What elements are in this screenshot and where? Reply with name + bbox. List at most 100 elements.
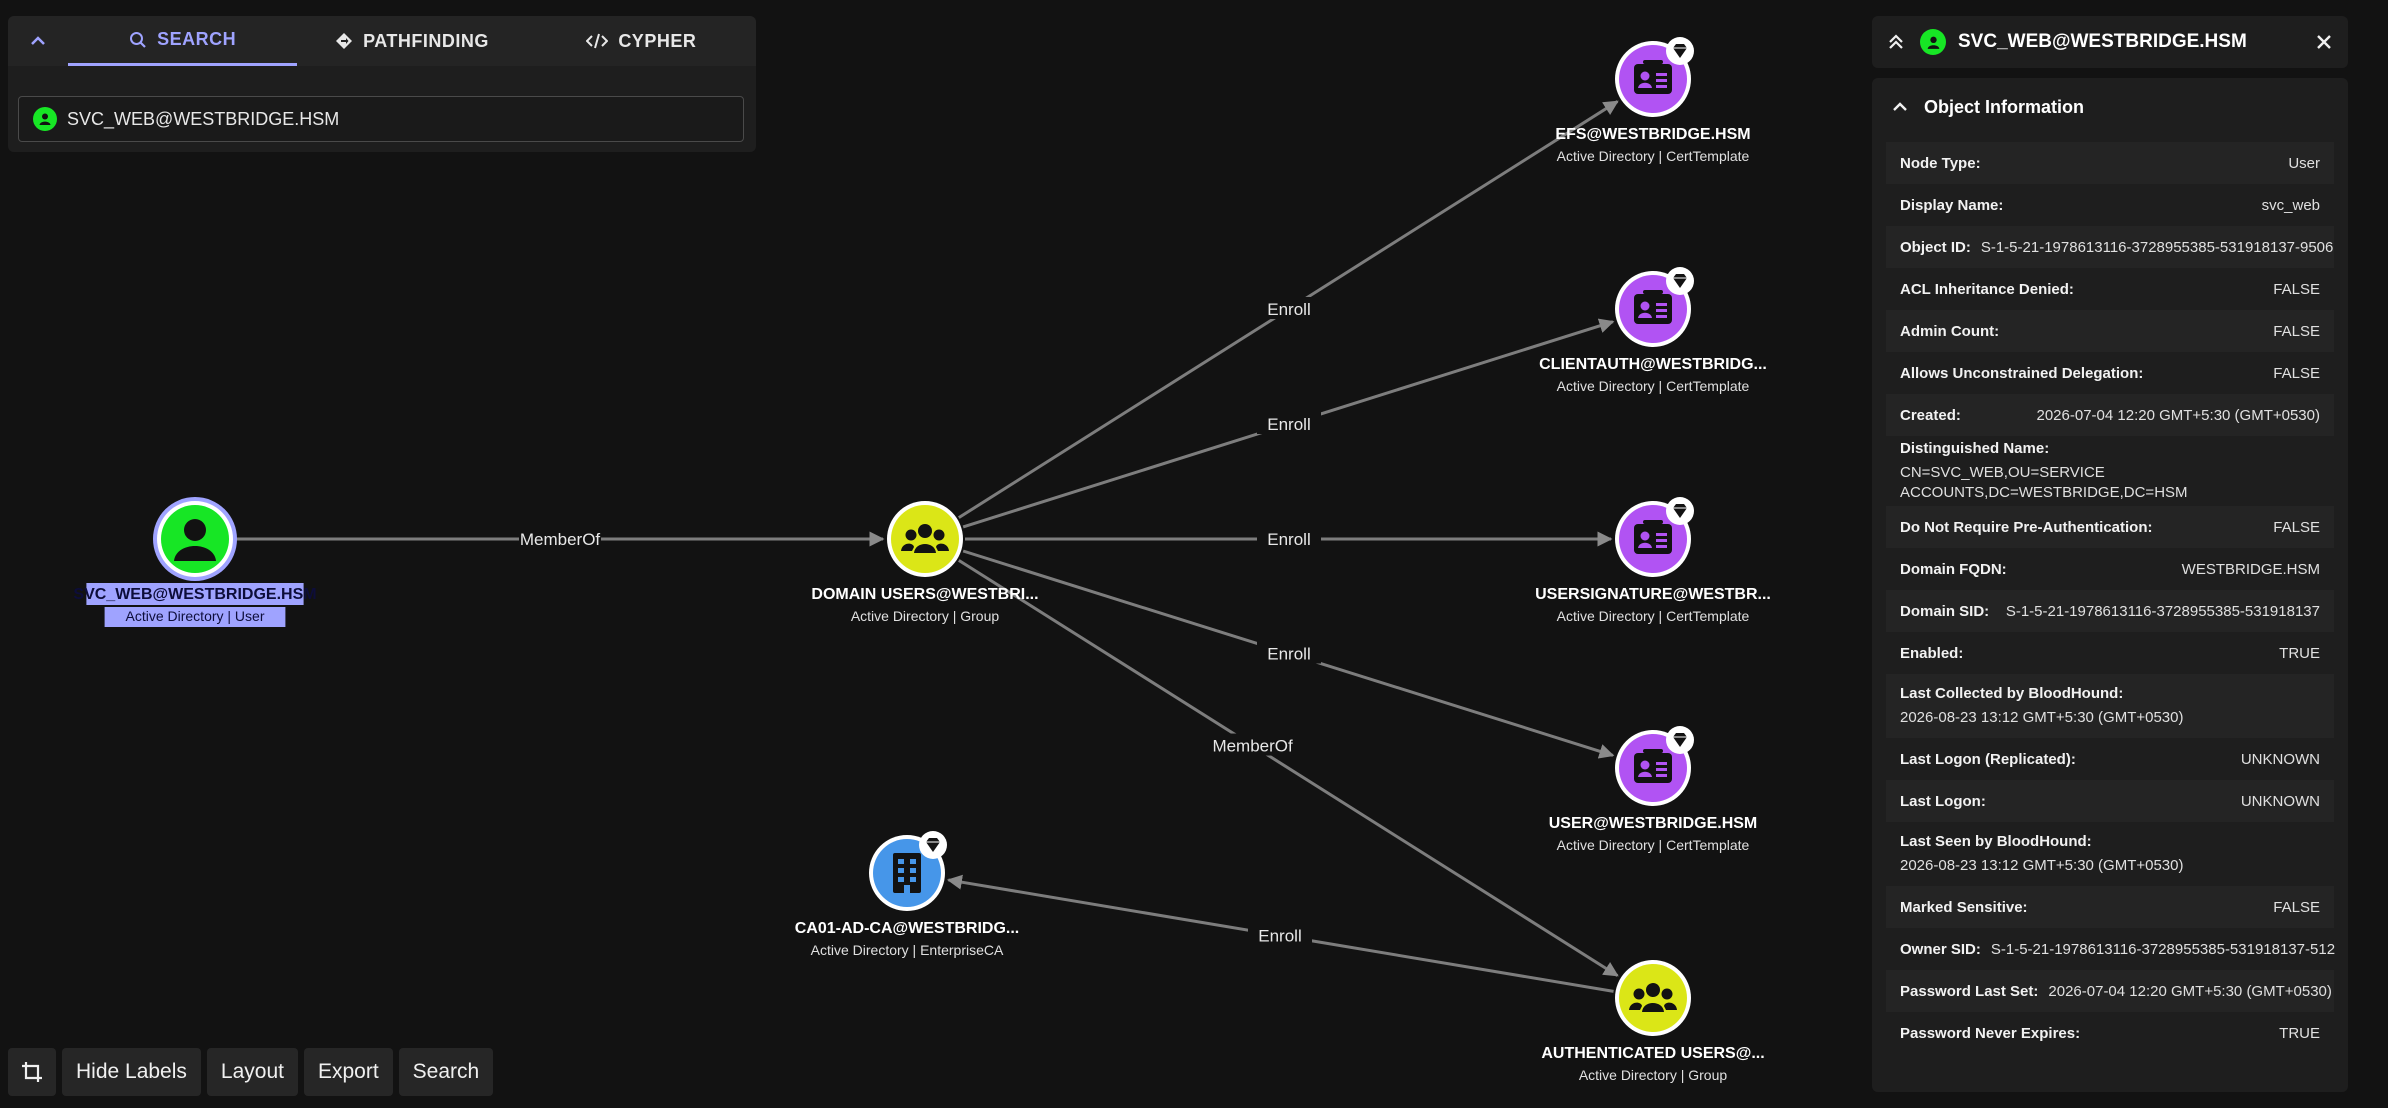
node-sublabel: Active Directory | CertTemplate [1557, 148, 1750, 164]
collapse-search-button[interactable] [8, 16, 68, 66]
edge-label[interactable]: MemberOf [1212, 737, 1293, 756]
close-icon [2317, 35, 2331, 49]
edge-label[interactable]: Enroll [1267, 530, 1310, 549]
graph-node-efs[interactable] [1615, 37, 1694, 117]
search-button[interactable]: Search [398, 1048, 494, 1096]
crop-icon [22, 1062, 42, 1082]
export-button[interactable]: Export [303, 1048, 393, 1096]
graph-node-ca[interactable] [1615, 267, 1694, 347]
property-key: Owner SID: [1900, 940, 1981, 958]
property-key: Display Name: [1900, 196, 2004, 214]
node-sublabel: Active Directory | Group [1579, 1067, 1728, 1083]
property-key: Object ID: [1900, 238, 1971, 256]
tier-zero-gem-icon [1666, 497, 1694, 525]
node-label[interactable]: EFS@WESTBRIDGE.HSM [1555, 126, 1750, 143]
id-card-icon [1634, 749, 1672, 783]
property-key: Password Last Set: [1900, 982, 2039, 1000]
property-value: FALSE [2273, 322, 2320, 340]
tab-search[interactable]: SEARCH [68, 16, 298, 66]
property-key: ACL Inheritance Denied: [1900, 280, 2074, 298]
property-row: Last Logon: UNKNOWN [1886, 780, 2334, 822]
tab-cypher-label: CYPHER [618, 30, 697, 51]
entity-panel-header: SVC_WEB@WESTBRIDGE.HSM [1872, 16, 2348, 68]
node-label[interactable]: CLIENTAUTH@WESTBRIDG... [1539, 356, 1767, 373]
graph-node-ent[interactable] [869, 831, 947, 911]
property-value: 2026-07-04 12:20 GMT+5:30 (GMT+0530) [2036, 406, 2321, 424]
property-value: User [2288, 154, 2320, 172]
edge-label[interactable]: MemberOf [520, 530, 601, 549]
property-row: Domain FQDN: WESTBRIDGE.HSM [1886, 548, 2334, 590]
edge-du-au[interactable] [958, 559, 1619, 977]
property-value: FALSE [2273, 518, 2320, 536]
property-value: FALSE [2273, 364, 2320, 382]
property-row: Display Name: svc_web [1886, 184, 2334, 226]
chevron-up-icon [31, 36, 45, 45]
property-key: Admin Count: [1900, 322, 2000, 340]
property-key: Last Logon: [1900, 792, 1986, 810]
id-card-icon [1634, 60, 1672, 94]
tab-pathfinding[interactable]: PATHFINDING [297, 16, 526, 66]
property-row: Last Logon (Replicated): UNKNOWN [1886, 738, 2334, 780]
property-row: Domain SID: S-1-5-21-1978613116-372895538… [1886, 590, 2334, 632]
collapse-panel-button[interactable] [1888, 33, 1904, 51]
property-row: Last Seen by BloodHound: 2026-08-23 13:12… [1886, 822, 2334, 886]
property-list: Node Type: User Display Name: svc_web Object… [1886, 142, 2336, 1054]
tier-zero-gem-icon [919, 831, 947, 859]
property-value: TRUE [2279, 1024, 2320, 1042]
search-input[interactable]: SVC_WEB@WESTBRIDGE.HSM [18, 96, 744, 142]
property-key: Domain SID: [1900, 602, 1990, 620]
property-row: Object ID: S-1-5-21-1978613116-3728955385… [1886, 226, 2334, 268]
node-circle [1619, 964, 1687, 1032]
property-row: Allows Unconstrained Delegation: FALSE [1886, 352, 2334, 394]
node-sublabel: Active Directory | Group [851, 608, 1000, 624]
tab-pathfinding-label: PATHFINDING [363, 30, 489, 51]
property-row: Node Type: User [1886, 142, 2334, 184]
edge-label[interactable]: Enroll [1267, 415, 1310, 434]
property-row: ACL Inheritance Denied: FALSE [1886, 268, 2334, 310]
node-label[interactable]: USER@WESTBRIDGE.HSM [1549, 815, 1758, 832]
code-icon [586, 33, 609, 49]
property-value: FALSE [2273, 898, 2320, 916]
property-value: WESTBRIDGE.HSM [2181, 560, 2320, 578]
object-information-toggle[interactable]: Object Information [1872, 78, 2348, 136]
search-icon [130, 31, 146, 48]
section-title: Object Information [1924, 96, 2085, 117]
node-label[interactable]: CA01-AD-CA@WESTBRIDG... [795, 920, 1020, 937]
node-label[interactable]: DOMAIN USERS@WESTBRI... [811, 586, 1038, 603]
node-label[interactable]: USERSIGNATURE@WESTBR... [1535, 586, 1771, 603]
property-row: Owner SID: S-1-5-21-1978613116-3728955385… [1886, 928, 2336, 970]
property-value: S-1-5-21-1978613116-3728955385-531918137… [1990, 940, 2336, 958]
property-row: Created: 2026-07-04 12:20 GMT+5:30 (GMT+0… [1886, 394, 2334, 436]
property-key: Created: [1900, 406, 1961, 424]
property-key: Enabled: [1900, 644, 1964, 662]
search-tabs: SEARCH PATHFINDING CYPHER [8, 16, 756, 66]
tier-zero-gem-icon [1666, 726, 1694, 754]
property-key: Last Logon (Replicated): [1900, 750, 2076, 768]
node-sublabel: Active Directory | CertTemplate [1557, 608, 1750, 624]
close-panel-button[interactable] [2316, 34, 2332, 50]
graph-node-us[interactable] [1615, 497, 1694, 577]
node-sublabel: Active Directory | CertTemplate [1557, 378, 1750, 394]
node-sublabel: Active Directory | EnterpriseCA [811, 942, 1004, 958]
user-icon [1920, 29, 1946, 55]
graph-node-au[interactable] [1615, 960, 1691, 1036]
node-label[interactable]: AUTHENTICATED USERS@... [1541, 1045, 1764, 1062]
chevron-up-icon [1893, 102, 1907, 111]
graph-node-svc[interactable] [153, 497, 237, 581]
tier-zero-gem-icon [1666, 37, 1694, 65]
edge-label[interactable]: Enroll [1267, 300, 1310, 319]
property-row: Password Last Set: 2026-07-04 12:20 GMT+5… [1886, 970, 2334, 1012]
edge-label[interactable]: Enroll [1267, 645, 1310, 664]
node-label[interactable]: SVC_WEB@WESTBRIDGE.HSM [73, 586, 316, 603]
graph-node-user[interactable] [1615, 726, 1694, 806]
graph-node-du[interactable] [887, 501, 963, 577]
layout-button[interactable]: Layout [206, 1048, 298, 1096]
property-key: Last Collected by BloodHound: [1900, 684, 2124, 702]
crop-button[interactable] [8, 1048, 56, 1096]
tab-cypher[interactable]: CYPHER [527, 16, 756, 66]
edge-label[interactable]: Enroll [1258, 927, 1301, 946]
property-key: Password Never Expires: [1900, 1024, 2081, 1042]
property-value: 2026-08-23 13:12 GMT+5:30 (GMT+0530) [1900, 856, 2184, 874]
hide-labels-button[interactable]: Hide Labels [62, 1048, 201, 1096]
building-icon [893, 853, 921, 893]
